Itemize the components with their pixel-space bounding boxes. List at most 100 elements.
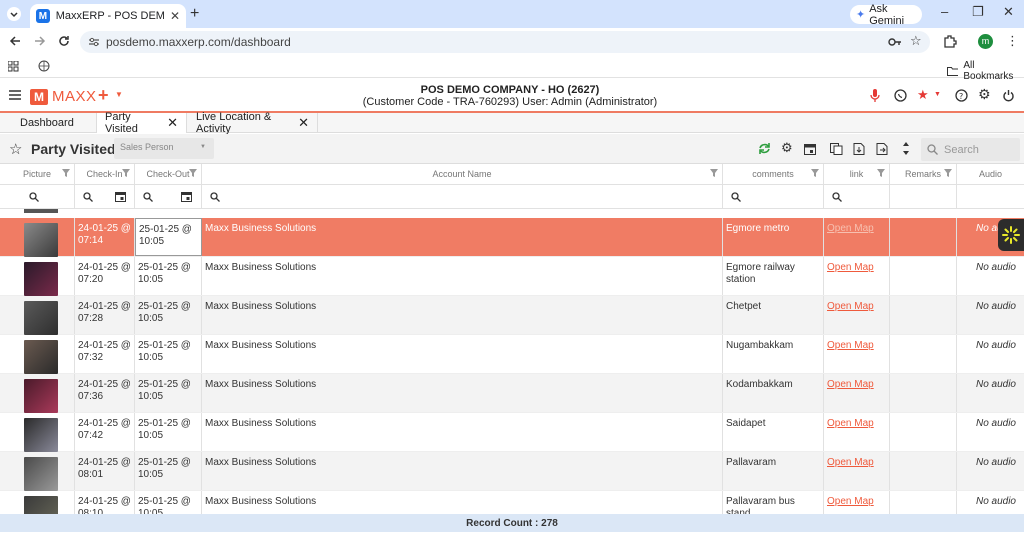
visit-photo-thumbnail[interactable] (24, 457, 58, 491)
tab-live-location[interactable]: Live Location & Activity ✕ (188, 111, 318, 135)
hamburger-menu-icon[interactable] (9, 90, 21, 100)
grid-settings-gear-icon[interactable]: ⚙ (781, 140, 793, 156)
browser-menu-icon[interactable]: ⋮ (1006, 33, 1019, 49)
table-row[interactable]: 24-01-25 @ 07:42 25-01-25 @ 10:05 Maxx B… (0, 413, 1024, 452)
table-row[interactable]: 24-01-25 @ 07:32 25-01-25 @ 10:05 Maxx B… (0, 335, 1024, 374)
import-file-icon[interactable] (853, 143, 865, 155)
password-key-icon[interactable] (888, 35, 902, 49)
calendar-icon[interactable] (115, 191, 126, 202)
favourites-star-icon[interactable]: ★ (917, 87, 929, 103)
search-input[interactable]: Search (921, 138, 1020, 161)
table-row[interactable]: 24-01-25 @ 07:14 25-01-25 @ 10:05 Maxx B… (0, 218, 1024, 257)
copy-export-icon[interactable] (830, 143, 843, 155)
open-map-link[interactable]: Open Map (827, 223, 874, 234)
tab-search-icon[interactable] (6, 6, 22, 22)
visit-photo-thumbnail[interactable] (24, 340, 58, 374)
ask-gemini-button[interactable]: ✦ Ask Gemini (850, 3, 922, 27)
power-icon[interactable] (1002, 89, 1015, 102)
filter-icon[interactable] (944, 169, 952, 177)
open-map-link[interactable]: Open Map (827, 496, 874, 507)
filter-icon[interactable] (189, 169, 197, 177)
filter-account-name[interactable] (202, 185, 723, 208)
new-tab-icon[interactable]: + (190, 5, 199, 23)
visit-photo-thumbnail[interactable] (24, 301, 58, 335)
sort-expand-icon[interactable] (902, 142, 910, 155)
minimize-window-icon[interactable]: – (941, 4, 948, 19)
visit-photo-thumbnail[interactable] (24, 418, 58, 452)
filter-icon[interactable] (62, 169, 70, 177)
quick-add-button[interactable]: + (98, 85, 109, 106)
reload-icon[interactable] (58, 35, 70, 47)
tab-party-visited[interactable]: Party Visited ✕ (97, 111, 187, 135)
filter-picture[interactable] (0, 185, 75, 208)
cell-picture[interactable] (0, 335, 75, 374)
table-row[interactable]: 24-01-25 @ 07:36 25-01-25 @ 10:05 Maxx B… (0, 374, 1024, 413)
floating-widget-button[interactable] (998, 219, 1024, 251)
calendar-icon[interactable] (181, 191, 192, 202)
open-map-link[interactable]: Open Map (827, 301, 874, 312)
quick-add-dropdown-icon[interactable]: ▼ (115, 90, 123, 99)
profile-avatar[interactable]: m (978, 34, 993, 49)
bookmark-star-icon[interactable]: ☆ (910, 33, 922, 49)
filter-check-in[interactable] (75, 185, 135, 208)
open-map-link[interactable]: Open Map (827, 418, 874, 429)
close-tab-icon[interactable]: ✕ (298, 115, 309, 131)
table-row[interactable]: 24-01-25 @ 07:20 25-01-25 @ 10:05 Maxx B… (0, 257, 1024, 296)
export-file-icon[interactable] (876, 143, 888, 155)
calendar-icon[interactable] (804, 143, 816, 155)
filter-icon[interactable] (710, 169, 718, 177)
cell-picture[interactable] (0, 452, 75, 491)
filter-comments[interactable] (723, 185, 824, 208)
url-input[interactable]: posdemo.maxxerp.com/dashboard ☆ (80, 31, 930, 53)
cell-picture[interactable] (0, 374, 75, 413)
settings-gear-icon[interactable]: ⚙ (978, 86, 991, 103)
col-header-account-name[interactable]: Account Name (202, 164, 723, 184)
maxx-logo[interactable]: M MAXX (30, 88, 97, 105)
favourite-star-icon[interactable]: ☆ (9, 140, 22, 158)
filter-icon[interactable] (122, 169, 130, 177)
visit-photo-thumbnail[interactable] (24, 223, 58, 257)
table-row[interactable]: 24-01-25 @ 07:28 25-01-25 @ 10:05 Maxx B… (0, 296, 1024, 335)
col-header-link[interactable]: link (824, 164, 890, 184)
microphone-icon[interactable] (870, 89, 880, 103)
col-header-audio[interactable]: Audio (957, 164, 1024, 184)
whatsapp-icon[interactable] (894, 89, 907, 102)
filter-link[interactable] (824, 185, 890, 208)
open-map-link[interactable]: Open Map (827, 457, 874, 468)
filter-check-out[interactable] (135, 185, 202, 208)
sales-person-select[interactable]: Sales Person ▼ (114, 138, 214, 159)
filter-icon[interactable] (877, 169, 885, 177)
browser-tab[interactable]: M MaxxERP - POS DEMO COMPAN ✕ (30, 4, 186, 28)
col-header-comments[interactable]: comments (723, 164, 824, 184)
visit-photo-thumbnail[interactable] (24, 379, 58, 413)
col-header-picture[interactable]: Picture (0, 164, 75, 184)
col-header-check-out[interactable]: Check-Out (135, 164, 202, 184)
filter-icon[interactable] (811, 169, 819, 177)
table-row[interactable]: 24-01-25 @ 08:01 25-01-25 @ 10:05 Maxx B… (0, 452, 1024, 491)
globe-bookmark-icon[interactable] (38, 60, 50, 72)
cell-picture[interactable] (0, 257, 75, 296)
open-map-link[interactable]: Open Map (827, 379, 874, 390)
cell-picture[interactable] (0, 413, 75, 452)
visit-photo-thumbnail[interactable] (24, 262, 58, 296)
favourites-dropdown-icon[interactable]: ▼ (934, 91, 941, 98)
help-icon[interactable]: ? (955, 89, 968, 102)
restore-window-icon[interactable]: ❐ (972, 4, 984, 20)
close-tab-icon[interactable]: ✕ (170, 9, 180, 23)
open-map-link[interactable]: Open Map (827, 262, 874, 273)
tab-dashboard[interactable]: Dashboard (12, 113, 97, 133)
back-icon[interactable] (9, 35, 21, 47)
cell-picture[interactable] (0, 296, 75, 335)
col-header-remarks[interactable]: Remarks (890, 164, 957, 184)
cell-picture[interactable] (0, 218, 75, 257)
refresh-icon[interactable] (758, 142, 771, 155)
extensions-puzzle-icon[interactable] (943, 34, 957, 48)
all-bookmarks-folder[interactable]: All Bookmarks (947, 60, 1024, 82)
close-tab-icon[interactable]: ✕ (167, 115, 178, 131)
col-header-check-in[interactable]: Check-In (75, 164, 135, 184)
close-window-icon[interactable]: ✕ (1003, 4, 1014, 20)
site-info-icon[interactable] (88, 36, 100, 48)
forward-icon[interactable] (34, 35, 46, 47)
open-map-link[interactable]: Open Map (827, 340, 874, 351)
apps-grid-icon[interactable] (8, 61, 19, 72)
